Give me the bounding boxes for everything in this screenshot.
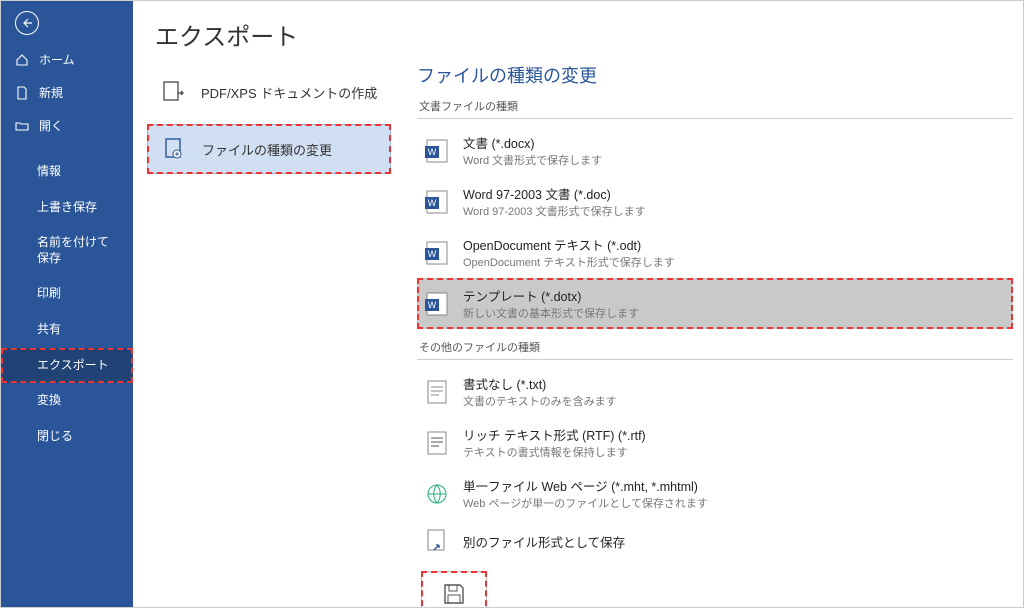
page-title: エクスポート [133,1,1023,62]
file-type-title: 別のファイル形式として保存 [463,532,625,551]
sidebar-sub-save[interactable]: 上書き保存 [1,190,133,226]
file-icon [15,86,29,100]
file-type-desc: テキストの書式情報を保持します [463,444,646,460]
sidebar-item-label: 新規 [39,84,63,101]
file-type-odt[interactable]: W OpenDocument テキスト (*.odt)OpenDocument … [417,227,1013,278]
word-doc-icon: W [423,137,451,165]
sidebar-sub-close[interactable]: 閉じる [1,419,133,455]
sidebar-sub-saveas[interactable]: 名前を付けて保存 [1,225,133,276]
pdf-export-icon [159,78,187,106]
file-type-desc: 新しい文書の基本形式で保存します [463,305,639,321]
file-type-title: 書式なし (*.txt) [463,374,617,393]
arrow-left-icon [21,17,33,29]
word-doc-icon: W [423,239,451,267]
rtf-file-icon [423,429,451,457]
back-button[interactable] [15,11,39,35]
floppy-save-icon [440,580,468,607]
file-type-title: テンプレート (*.dotx) [463,286,639,305]
sidebar-item-label: 開く [39,117,63,134]
home-icon [15,53,29,67]
export-options-column: PDF/XPS ドキュメントの作成 ファイルの種類の変更 [133,62,399,607]
file-type-desc: OpenDocument テキスト形式で保存します [463,254,675,270]
save-as-other-icon [423,527,451,555]
file-type-panel: ファイルの種類の変更 文書ファイルの種類 W 文書 (*.docx)Word 文… [399,62,1023,607]
main-area: エクスポート PDF/XPS ドキュメントの作成 ファイルの種類の変更 ファイル… [133,1,1023,607]
folder-open-icon [15,119,29,133]
word-template-icon: W [423,290,451,318]
sidebar-item-open[interactable]: 開く [1,109,133,142]
svg-text:W: W [428,249,437,259]
file-type-docx[interactable]: W 文書 (*.docx)Word 文書形式で保存します [417,125,1013,176]
change-file-type-icon [160,135,188,163]
web-file-icon [423,480,451,508]
file-type-title: OpenDocument テキスト (*.odt) [463,235,675,254]
file-type-rtf[interactable]: リッチ テキスト形式 (RTF) (*.rtf)テキストの書式情報を保持します [417,417,1013,468]
sidebar-item-home[interactable]: ホーム [1,43,133,76]
group-label-other: その他のファイルの種類 [417,335,1013,360]
file-type-txt[interactable]: 書式なし (*.txt)文書のテキストのみを含みます [417,366,1013,417]
svg-text:W: W [428,300,437,310]
file-type-mht[interactable]: 単一ファイル Web ページ (*.mht, *.mhtml)Web ページが単… [417,468,1013,519]
svg-text:W: W [428,147,437,157]
save-as-button[interactable]: 名前を付けて保存 [421,571,487,607]
sidebar-sub-export[interactable]: エクスポート [1,348,133,384]
option-create-pdf-xps[interactable]: PDF/XPS ドキュメントの作成 [147,68,391,116]
group-label-documents: 文書ファイルの種類 [417,94,1013,119]
text-file-icon [423,378,451,406]
sidebar-sub-print[interactable]: 印刷 [1,276,133,312]
sidebar-sub-share[interactable]: 共有 [1,312,133,348]
option-label: ファイルの種類の変更 [202,140,332,159]
option-label: PDF/XPS ドキュメントの作成 [201,83,377,102]
file-type-title: 文書 (*.docx) [463,133,602,152]
svg-text:W: W [428,198,437,208]
file-type-doc[interactable]: W Word 97-2003 文書 (*.doc)Word 97-2003 文書… [417,176,1013,227]
file-type-title: Word 97-2003 文書 (*.doc) [463,184,646,203]
file-type-title: リッチ テキスト形式 (RTF) (*.rtf) [463,425,646,444]
sidebar-sub-transform[interactable]: 変換 [1,383,133,419]
option-change-file-type[interactable]: ファイルの種類の変更 [147,124,391,174]
file-type-desc: Web ページが単一のファイルとして保存されます [463,495,708,511]
file-type-dotx[interactable]: W テンプレート (*.dotx)新しい文書の基本形式で保存します [417,278,1013,329]
file-type-desc: Word 97-2003 文書形式で保存します [463,203,646,219]
file-type-other[interactable]: 別のファイル形式として保存 [417,519,1013,563]
file-type-desc: Word 文書形式で保存します [463,152,602,168]
file-type-title: 単一ファイル Web ページ (*.mht, *.mhtml) [463,476,708,495]
sidebar-sub-info[interactable]: 情報 [1,154,133,190]
file-type-desc: 文書のテキストのみを含みます [463,393,617,409]
word-doc-icon: W [423,188,451,216]
backstage-sidebar: ホーム 新規 開く 情報 上書き保存 名前を付けて保存 印刷 共有 エクスポート… [1,1,133,607]
sidebar-item-label: ホーム [39,51,75,68]
sidebar-item-new[interactable]: 新規 [1,76,133,109]
panel-heading: ファイルの種類の変更 [417,62,1013,88]
